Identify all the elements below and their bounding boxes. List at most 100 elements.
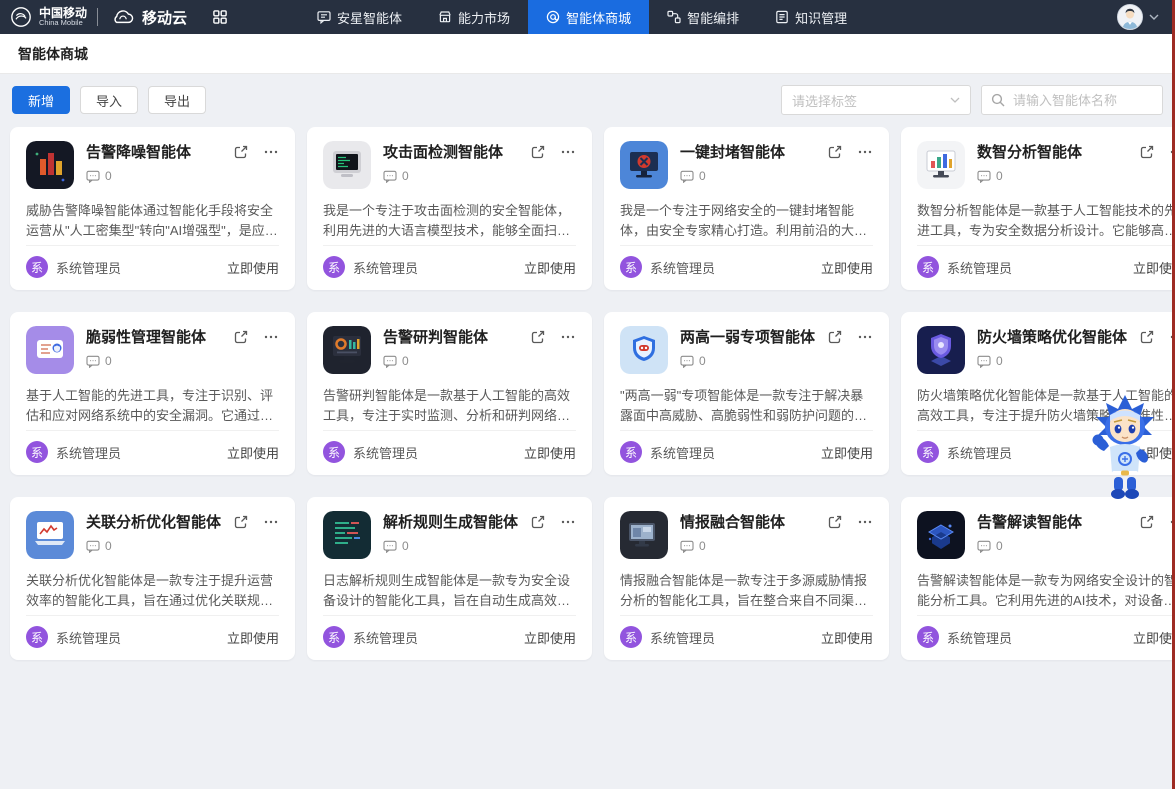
agent-card[interactable]: 一键封堵智能体 0 bbox=[604, 127, 889, 290]
nav-item-capability-market[interactable]: 能力市场 bbox=[420, 0, 528, 34]
share-icon[interactable] bbox=[1139, 329, 1155, 345]
toolbar: 新增 导入 导出 请选择标签 bbox=[0, 85, 1175, 115]
more-icon[interactable] bbox=[857, 514, 873, 530]
more-icon[interactable] bbox=[560, 329, 576, 345]
agent-description: 我是一个专注于网络安全的一键封堵智能体，由安全专家精心打造。利用前沿的大模型技术… bbox=[620, 201, 873, 241]
agent-card[interactable]: 解析规则生成智能体 0 bbox=[307, 497, 592, 660]
agent-thumbnail bbox=[917, 326, 965, 374]
owner-name: 系统管理员 bbox=[650, 258, 715, 277]
nav-item-agent-store[interactable]: 智能体商城 bbox=[528, 0, 649, 34]
user-menu[interactable] bbox=[1117, 0, 1175, 34]
cloud-icon bbox=[110, 8, 136, 26]
comment-count: 0 bbox=[86, 169, 191, 183]
share-icon[interactable] bbox=[827, 329, 843, 345]
owner-avatar: 系 bbox=[620, 626, 642, 648]
more-icon[interactable] bbox=[560, 144, 576, 160]
agent-description: 日志解析规则生成智能体是一款专为安全设备设计的智能化工具，旨在自动生成高效、精准… bbox=[323, 571, 576, 611]
owner-name: 系统管理员 bbox=[947, 258, 1012, 277]
comment-count: 0 bbox=[977, 354, 1127, 368]
agent-card[interactable]: 数智分析智能体 0 bbox=[901, 127, 1175, 290]
use-now-link[interactable]: 立即使用 bbox=[524, 258, 576, 277]
search-input[interactable] bbox=[1011, 92, 1153, 109]
nav-item-orchestration[interactable]: 智能编排 bbox=[649, 0, 757, 34]
owner-name: 系统管理员 bbox=[650, 443, 715, 462]
tag-select[interactable]: 请选择标签 bbox=[781, 85, 971, 115]
agent-description: 告警研判智能体是一款基于人工智能的高效工具，专注于实时监测、分析和研判网络安全脆… bbox=[323, 386, 576, 426]
add-button[interactable]: 新增 bbox=[12, 86, 70, 114]
use-now-link[interactable]: 立即使用 bbox=[1133, 628, 1175, 647]
share-icon[interactable] bbox=[1139, 514, 1155, 530]
comment-icon bbox=[977, 170, 991, 183]
more-icon[interactable] bbox=[857, 329, 873, 345]
share-icon[interactable] bbox=[530, 329, 546, 345]
owner-avatar: 系 bbox=[620, 256, 642, 278]
agent-card[interactable]: 关联分析优化智能体 0 bbox=[10, 497, 295, 660]
comment-count: 0 bbox=[680, 354, 815, 368]
comment-count-value: 0 bbox=[105, 539, 112, 553]
brand-name-en: China Mobile bbox=[39, 19, 87, 27]
use-now-link[interactable]: 立即使用 bbox=[1133, 258, 1175, 277]
use-now-link[interactable]: 立即使用 bbox=[524, 628, 576, 647]
share-icon[interactable] bbox=[827, 144, 843, 160]
owner-avatar: 系 bbox=[323, 626, 345, 648]
nav-item-knowledge[interactable]: 知识管理 bbox=[757, 0, 865, 34]
share-icon[interactable] bbox=[827, 514, 843, 530]
owner-name: 系统管理员 bbox=[353, 258, 418, 277]
more-icon[interactable] bbox=[560, 514, 576, 530]
agent-title: 两高一弱专项智能体 bbox=[680, 326, 815, 347]
share-icon[interactable] bbox=[1139, 144, 1155, 160]
agent-card[interactable]: 攻击面检测智能体 0 bbox=[307, 127, 592, 290]
nav-item-anxing-agent[interactable]: 安星智能体 bbox=[299, 0, 420, 34]
share-icon[interactable] bbox=[233, 514, 249, 530]
comment-count-value: 0 bbox=[402, 539, 409, 553]
more-icon[interactable] bbox=[263, 144, 279, 160]
agent-card[interactable]: 脆弱性管理智能体 0 bbox=[10, 312, 295, 475]
agent-title: 一键封堵智能体 bbox=[680, 141, 785, 162]
comment-count: 0 bbox=[680, 539, 785, 553]
page-title: 智能体商城 bbox=[18, 44, 88, 64]
china-mobile-logo: 中国移动 China Mobile bbox=[0, 0, 97, 34]
use-now-link[interactable]: 立即使用 bbox=[821, 443, 873, 462]
share-icon[interactable] bbox=[530, 144, 546, 160]
import-button[interactable]: 导入 bbox=[80, 86, 138, 114]
agent-description: "两高一弱"专项智能体是一款专注于解决暴露面中高威胁、高脆弱性和弱防护问题的智能… bbox=[620, 386, 873, 426]
share-icon[interactable] bbox=[233, 144, 249, 160]
agent-thumbnail bbox=[323, 141, 371, 189]
agent-description: 关联分析优化智能体是一款专注于提升运营效率的智能化工具，旨在通过优化关联规则，挖… bbox=[26, 571, 279, 611]
more-icon[interactable] bbox=[263, 514, 279, 530]
export-button[interactable]: 导出 bbox=[148, 86, 206, 114]
use-now-link[interactable]: 立即使用 bbox=[227, 258, 279, 277]
agent-title: 脆弱性管理智能体 bbox=[86, 326, 206, 347]
agent-card[interactable]: 告警解读智能体 0 bbox=[901, 497, 1175, 660]
agent-card[interactable]: 告警研判智能体 0 bbox=[307, 312, 592, 475]
mascot-character[interactable] bbox=[1088, 393, 1162, 503]
comment-count: 0 bbox=[383, 354, 488, 368]
owner-name: 系统管理员 bbox=[947, 443, 1012, 462]
search-icon bbox=[991, 93, 1005, 107]
share-icon[interactable] bbox=[530, 514, 546, 530]
agent-card[interactable]: 告警降噪智能体 0 bbox=[10, 127, 295, 290]
agent-title: 情报融合智能体 bbox=[680, 511, 785, 532]
search-box bbox=[981, 85, 1163, 115]
comment-count: 0 bbox=[383, 169, 503, 183]
use-now-link[interactable]: 立即使用 bbox=[821, 258, 873, 277]
use-now-link[interactable]: 立即使用 bbox=[227, 443, 279, 462]
comment-icon bbox=[383, 355, 397, 368]
app-launcher-grid-icon[interactable] bbox=[199, 0, 241, 34]
comment-count-value: 0 bbox=[105, 354, 112, 368]
more-icon[interactable] bbox=[263, 329, 279, 345]
owner-name: 系统管理员 bbox=[650, 628, 715, 647]
chat-bubble-icon bbox=[317, 10, 331, 24]
comment-count: 0 bbox=[86, 539, 221, 553]
agent-card[interactable]: 两高一弱专项智能体 0 bbox=[604, 312, 889, 475]
agent-thumbnail bbox=[323, 511, 371, 559]
owner-avatar: 系 bbox=[26, 441, 48, 463]
agent-card[interactable]: 情报融合智能体 0 bbox=[604, 497, 889, 660]
use-now-link[interactable]: 立即使用 bbox=[821, 628, 873, 647]
share-icon[interactable] bbox=[233, 329, 249, 345]
nav-label: 能力市场 bbox=[458, 8, 510, 27]
use-now-link[interactable]: 立即使用 bbox=[524, 443, 576, 462]
cloud-brand-label: 移动云 bbox=[142, 7, 187, 28]
more-icon[interactable] bbox=[857, 144, 873, 160]
use-now-link[interactable]: 立即使用 bbox=[227, 628, 279, 647]
